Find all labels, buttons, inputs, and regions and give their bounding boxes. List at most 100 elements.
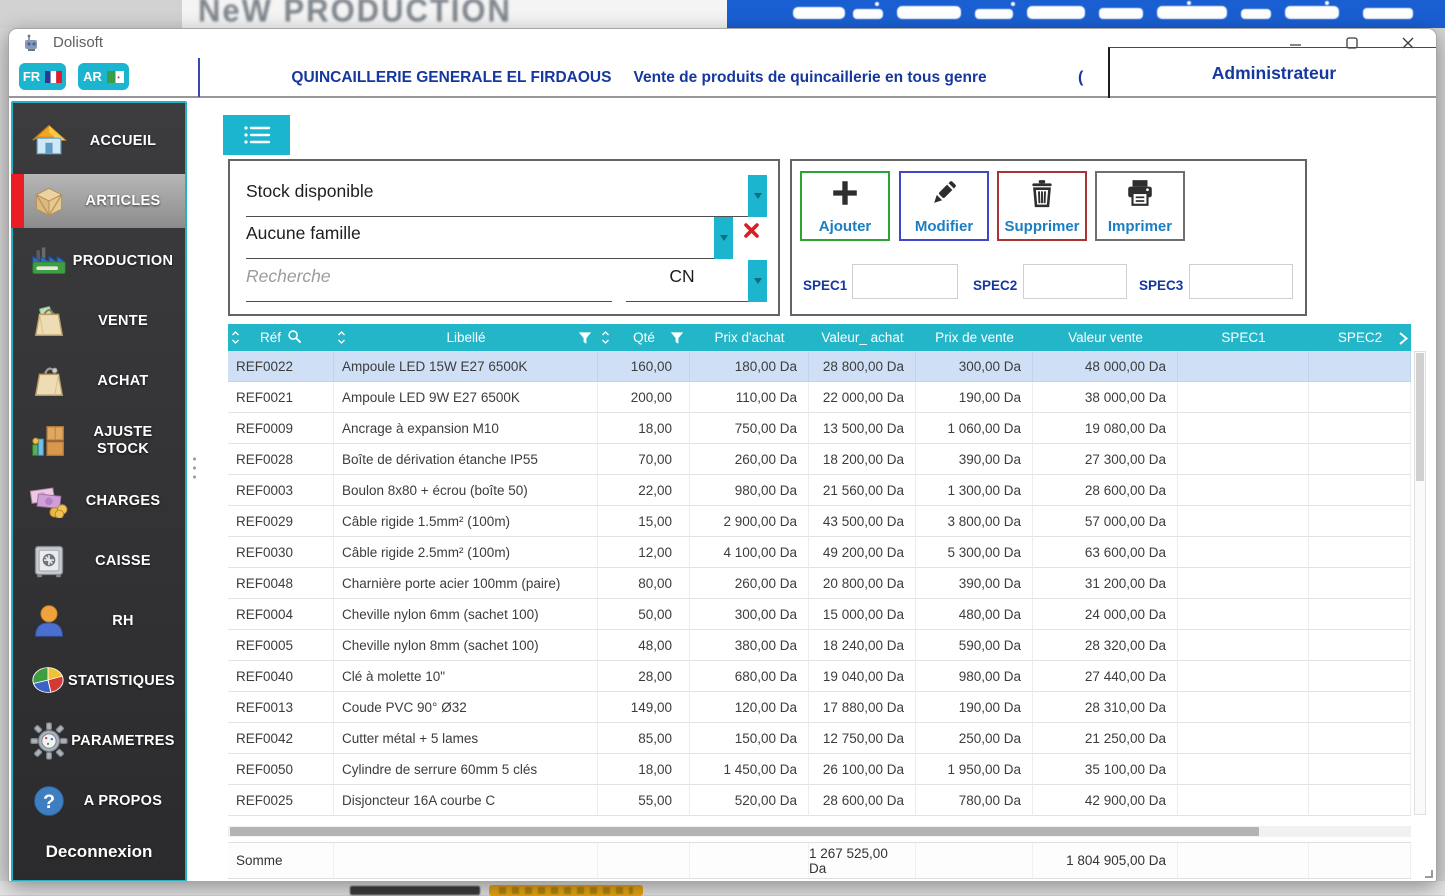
family-filter-dropdown-button[interactable] [714,217,733,259]
vertical-scrollbar-thumb[interactable] [1416,353,1424,481]
table-row[interactable]: REF0005Cheville nylon 8mm (sachet 100)48… [228,630,1411,661]
table-row[interactable]: REF0030Câble rigide 2.5mm² (100m)12,004 … [228,537,1411,568]
column-header-r-f[interactable]: Réf [228,324,334,351]
sidebar-item-caisse[interactable]: CAISSE [13,534,185,588]
table-cell: 750,00 Da [690,413,809,444]
table-cell [1309,351,1411,382]
table-cell: 31 200,00 Da [1033,568,1178,599]
splitter-handle[interactable] [192,456,197,480]
lang-ar-label: AR [83,69,102,84]
table-row[interactable]: REF0050Cylindre de serrure 60mm 5 clés18… [228,754,1411,785]
sum-empty-cell [1178,843,1309,878]
list-view-tab[interactable] [223,115,290,155]
table-cell: Ancrage à expansion M10 [334,413,598,444]
sum-row: Somme1 267 525,00 Da1 804 905,00 Da [228,842,1411,879]
filter-funnel-icon[interactable] [578,331,592,348]
stock-filter-select[interactable]: Stock disponible [246,181,373,202]
table-row[interactable]: REF0003Boulon 8x80 + écrou (boîte 50)22,… [228,475,1411,506]
sidebar-item-parametres[interactable]: PARAMETRES [13,714,185,768]
table-row[interactable]: REF0004Cheville nylon 6mm (sachet 100)50… [228,599,1411,630]
sort-carets-icon[interactable] [601,330,610,348]
table-row[interactable]: REF0025Disjoncteur 16A courbe C55,00520,… [228,785,1411,816]
scroll-right-icon[interactable] [1398,331,1409,349]
table-cell: Coude PVC 90° Ø32 [334,692,598,723]
add-button[interactable]: Ajouter [800,171,890,241]
chevron-down-icon [754,278,762,284]
table-cell: REF0028 [228,444,334,475]
table-cell: 250,00 Da [916,723,1033,754]
actions-panel: Ajouter Modifier Supprimer [790,159,1307,316]
spec3-input[interactable] [1189,264,1293,299]
table-cell: 55,00 [598,785,690,816]
print-button[interactable]: Imprimer [1095,171,1185,241]
language-ar-button[interactable]: AR [78,63,129,90]
column-header-valeur-vente[interactable]: Valeur vente [1033,324,1178,351]
filter-funnel-icon[interactable] [670,331,684,348]
sidebar-item-a-propos[interactable]: ?A PROPOS [13,774,185,828]
sidebar-item-ajuste-stock[interactable]: AJUSTE STOCK [13,414,185,468]
table-cell: 190,00 Da [916,382,1033,413]
sidebar-item-vente[interactable]: VENTE [13,294,185,348]
column-header-libell-[interactable]: Libellé [334,324,598,351]
table-row[interactable]: REF0022Ampoule LED 15W E27 6500K160,0018… [228,351,1411,382]
sort-carets-icon[interactable] [337,330,346,348]
sidebar-item-label: A PROPOS [71,793,185,810]
table-row[interactable]: REF0029Câble rigide 1.5mm² (100m)15,002 … [228,506,1411,537]
table-cell: 48,00 [598,630,690,661]
table-row[interactable]: REF0013Coude PVC 90° Ø32149,00120,00 Da1… [228,692,1411,723]
clear-family-filter-icon[interactable] [742,221,761,240]
table-row[interactable]: REF0021Ampoule LED 9W E27 6500K200,00110… [228,382,1411,413]
column-header-spec1[interactable]: SPEC1 [1178,324,1309,351]
delete-button-label: Supprimer [1004,218,1079,235]
window-resize-grip[interactable] [1425,870,1433,878]
trash-icon [1027,178,1057,208]
search-mode-select[interactable]: CN [626,266,738,287]
spec2-input[interactable] [1023,264,1127,299]
spec1-input[interactable] [852,264,958,299]
logout-button[interactable]: Deconnexion [13,842,185,880]
table-cell [1178,413,1309,444]
search-column-icon[interactable] [287,329,302,347]
table-cell: 15,00 [598,506,690,537]
edit-button[interactable]: Modifier [899,171,989,241]
column-header-prix-d-achat[interactable]: Prix d'achat [690,324,809,351]
table-cell [1309,475,1411,506]
search-input[interactable]: Recherche [246,266,331,287]
horizontal-scrollbar-thumb[interactable] [230,827,1259,836]
table-row[interactable]: REF0009Ancrage à expansion M1018,00750,0… [228,413,1411,444]
sidebar-item-articles[interactable]: ARTICLES [13,174,185,228]
table-cell: Câble rigide 2.5mm² (100m) [334,537,598,568]
table-row[interactable]: REF0040Clé à molette 10"28,00680,00 Da19… [228,661,1411,692]
articles-table-header[interactable]: RéfLibelléQtéPrix d'achatValeur_ achatPr… [228,324,1411,351]
table-cell [1309,723,1411,754]
table-cell: 18,00 [598,413,690,444]
search-mode-dropdown-button[interactable] [748,260,767,302]
sort-carets-icon[interactable] [231,330,240,348]
column-header-prix-de-vente[interactable]: Prix de vente [916,324,1033,351]
sidebar-item-statistiques[interactable]: STATISTIQUES [13,654,185,708]
language-fr-button[interactable]: FR [19,63,66,90]
table-row[interactable]: REF0042Cutter métal + 5 lames85,00150,00… [228,723,1411,754]
table-cell: Cutter métal + 5 lames [334,723,598,754]
column-header-label: SPEC1 [1221,330,1265,345]
sidebar-item-rh[interactable]: RH [13,594,185,648]
table-row[interactable]: REF0028Boîte de dérivation étanche IP557… [228,444,1411,475]
sidebar-item-achat[interactable]: ACHAT [13,354,185,408]
vertical-scrollbar[interactable] [1414,351,1426,815]
sidebar-item-production[interactable]: PRODUCTION [13,234,185,288]
chevron-down-icon [720,235,728,241]
delete-button[interactable]: Supprimer [997,171,1087,241]
stock-filter-dropdown-button[interactable] [748,175,767,217]
table-cell: REF0004 [228,599,334,630]
table-cell: Cylindre de serrure 60mm 5 clés [334,754,598,785]
table-cell: 980,00 Da [690,475,809,506]
user-role-box: Administrateur [1108,47,1437,98]
sidebar-item-accueil[interactable]: ACCUEIL [13,114,185,168]
sidebar-item-charges[interactable]: CHARGES [13,474,185,528]
column-header-spec2[interactable]: SPEC2 [1309,324,1411,351]
column-header-qt-[interactable]: Qté [598,324,690,351]
table-row[interactable]: REF0048Charnière porte acier 100mm (pair… [228,568,1411,599]
family-filter-select[interactable]: Aucune famille [246,223,361,244]
horizontal-scrollbar[interactable] [228,826,1411,837]
column-header-valeur-achat[interactable]: Valeur_ achat [809,324,916,351]
